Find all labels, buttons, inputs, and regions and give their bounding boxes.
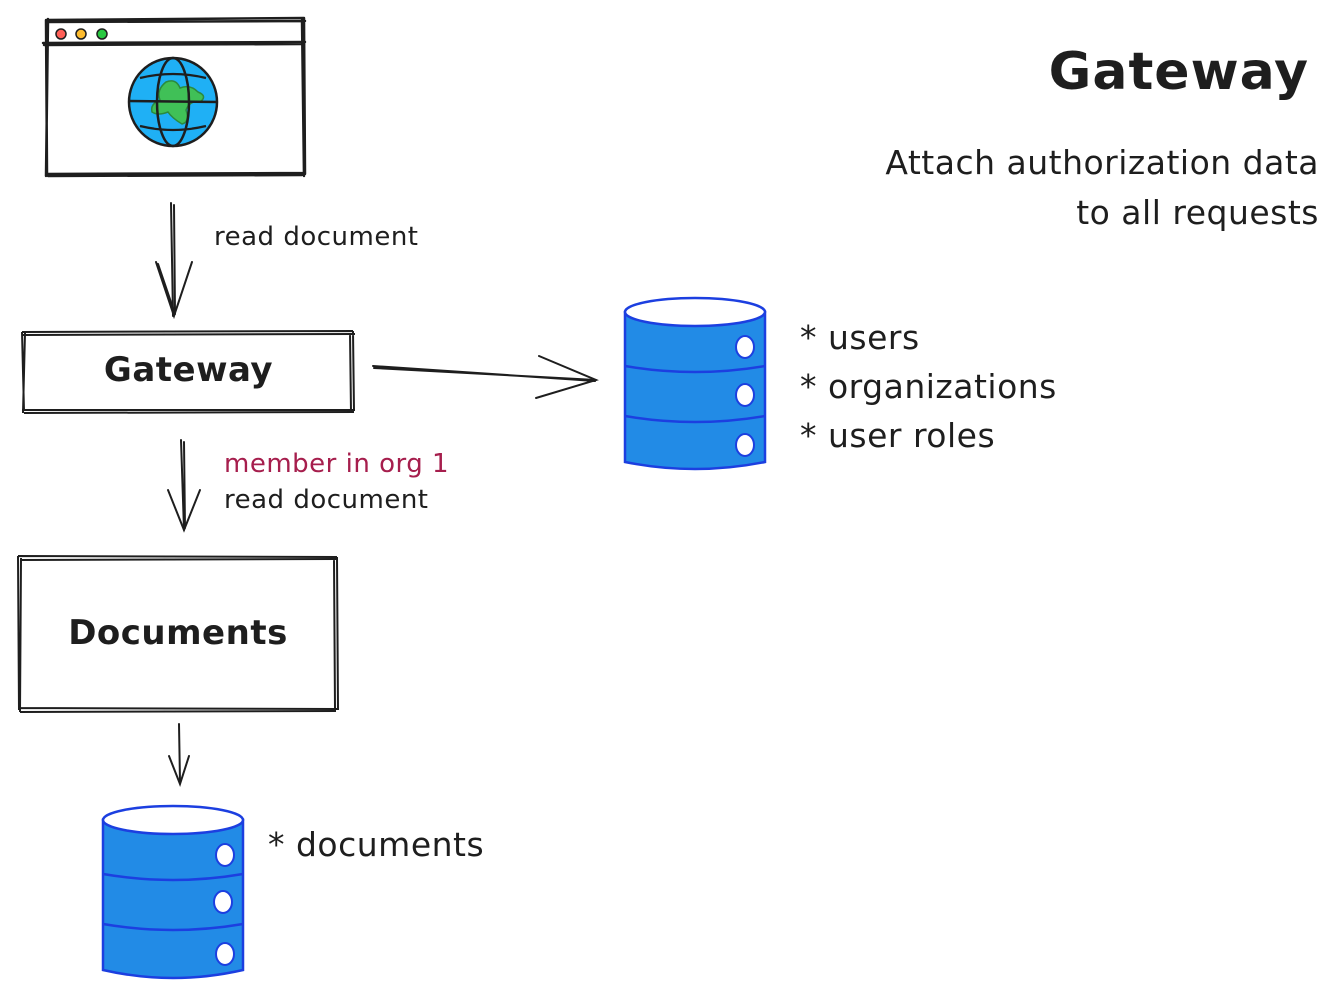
arrow-label-read-document-2: read document bbox=[224, 485, 429, 515]
documents-database-icon bbox=[101, 804, 245, 980]
gateway-node-label: Gateway bbox=[103, 350, 274, 390]
globe-icon bbox=[127, 56, 219, 148]
subtitle: Attach authorization data to all request… bbox=[885, 138, 1319, 238]
page-title: Gateway bbox=[1048, 42, 1309, 102]
auth-db-item-user-roles: * user roles bbox=[800, 416, 996, 455]
window-maximize-dot bbox=[96, 28, 108, 40]
auth-db-item-organizations: * organizations bbox=[800, 367, 1057, 406]
arrow-label-read-document: read document bbox=[214, 222, 419, 252]
arrow-gateway-to-auth-db bbox=[372, 355, 599, 399]
arrow-label-member-in-org: member in org 1 bbox=[224, 449, 450, 479]
arrow-gateway-to-documents bbox=[167, 439, 201, 533]
documents-node-label: Documents bbox=[68, 613, 288, 653]
subtitle-line-1: Attach authorization data bbox=[885, 143, 1319, 182]
auth-db-item-users: * users bbox=[800, 318, 920, 357]
arrow-documents-to-docs-db bbox=[168, 723, 190, 787]
subtitle-line-2: to all requests bbox=[1076, 193, 1319, 232]
auth-database-icon bbox=[623, 296, 767, 471]
window-minimize-dot bbox=[75, 28, 87, 40]
auth-db-items: * users * organizations * user roles bbox=[800, 313, 1057, 460]
docs-db-item-documents: * documents bbox=[268, 825, 485, 864]
arrow-browser-to-gateway bbox=[155, 202, 193, 320]
docs-db-items: * documents bbox=[268, 820, 484, 869]
window-close-dot bbox=[55, 28, 67, 40]
